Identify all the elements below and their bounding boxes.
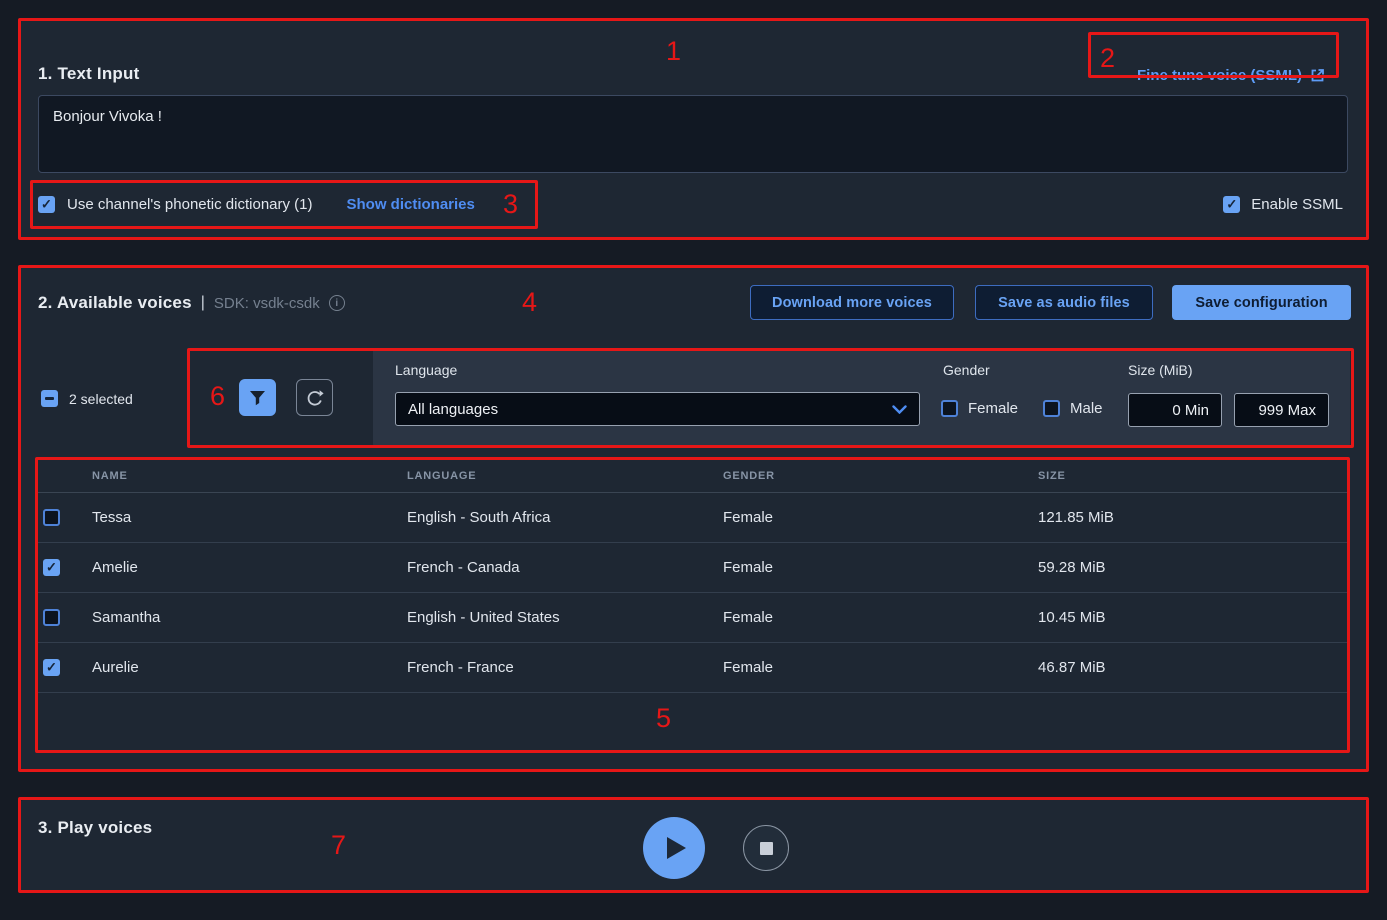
gender-female-option: Female bbox=[941, 400, 1018, 417]
external-link-icon bbox=[1310, 68, 1325, 83]
gender-filter-label: Gender bbox=[943, 362, 990, 378]
row-checkbox[interactable] bbox=[43, 509, 60, 526]
cell-language: French - France bbox=[407, 659, 723, 676]
voices-table-body: Tessa English - South Africa Female 121.… bbox=[35, 493, 1350, 693]
header-size: SIZE bbox=[1038, 470, 1350, 482]
cell-gender: Female bbox=[723, 509, 1038, 526]
size-max-input[interactable]: 999 Max bbox=[1234, 393, 1329, 427]
save-as-audio-files-button[interactable]: Save as audio files bbox=[975, 285, 1153, 320]
cell-name: Tessa bbox=[92, 509, 407, 526]
cell-name: Amelie bbox=[92, 559, 407, 576]
use-dictionary-label: Use channel's phonetic dictionary (1) bbox=[67, 196, 313, 213]
header-name: NAME bbox=[92, 470, 407, 482]
fine-tune-ssml-label: Fine tune voice (SSML) bbox=[1137, 67, 1302, 84]
filter-funnel-icon bbox=[249, 390, 266, 406]
cell-gender: Female bbox=[723, 609, 1038, 626]
language-select-value: All languages bbox=[408, 401, 498, 418]
enable-ssml-label: Enable SSML bbox=[1251, 196, 1343, 213]
fine-tune-ssml-link[interactable]: Fine tune voice (SSML) bbox=[1137, 67, 1325, 84]
gender-male-option: Male bbox=[1043, 400, 1103, 417]
cell-gender: Female bbox=[723, 659, 1038, 676]
stop-button[interactable] bbox=[743, 825, 789, 871]
info-icon[interactable]: i bbox=[329, 295, 345, 311]
cell-size: 46.87 MiB bbox=[1038, 659, 1350, 676]
text-input-section: 1. Text Input Fine tune voice (SSML) Bon… bbox=[20, 20, 1367, 240]
play-icon bbox=[667, 837, 686, 859]
cell-gender: Female bbox=[723, 559, 1038, 576]
select-all-checkbox[interactable] bbox=[41, 390, 58, 407]
male-checkbox[interactable] bbox=[1043, 400, 1060, 417]
show-dictionaries-link[interactable]: Show dictionaries bbox=[347, 196, 475, 213]
row-checkbox[interactable]: ✓ bbox=[43, 559, 60, 576]
available-voices-title: 2. Available voices bbox=[38, 293, 192, 313]
save-configuration-button[interactable]: Save configuration bbox=[1172, 285, 1351, 320]
play-voices-section: 3. Play voices bbox=[20, 800, 1367, 892]
header-gender: GENDER bbox=[723, 470, 1038, 482]
title-separator: | bbox=[201, 294, 205, 312]
cell-size: 10.45 MiB bbox=[1038, 609, 1350, 626]
language-filter-label: Language bbox=[395, 362, 457, 378]
language-select[interactable]: All languages bbox=[395, 392, 920, 426]
header-language: LANGUAGE bbox=[407, 470, 723, 482]
cell-size: 121.85 MiB bbox=[1038, 509, 1350, 526]
table-row[interactable]: ✓ Aurelie French - France Female 46.87 M… bbox=[35, 643, 1350, 693]
cell-language: English - South Africa bbox=[407, 509, 723, 526]
selection-summary: 2 selected bbox=[41, 390, 133, 407]
voices-table-header: NAME LANGUAGE GENDER SIZE bbox=[35, 460, 1350, 493]
filter-button[interactable] bbox=[239, 379, 276, 416]
filter-options-panel: Language All languages Gender Female Mal… bbox=[373, 348, 1350, 447]
sdk-label: SDK: vsdk-csdk bbox=[214, 295, 320, 312]
cell-language: English - United States bbox=[407, 609, 723, 626]
selected-count-label: 2 selected bbox=[69, 391, 133, 407]
text-input-title: 1. Text Input bbox=[38, 64, 139, 84]
female-label: Female bbox=[968, 400, 1018, 417]
cell-name: Samantha bbox=[92, 609, 407, 626]
available-voices-section: 2. Available voices | SDK: vsdk-csdk i D… bbox=[20, 267, 1367, 772]
use-dictionary-checkbox[interactable]: ✓ bbox=[38, 196, 55, 213]
refresh-icon bbox=[305, 388, 325, 408]
male-label: Male bbox=[1070, 400, 1103, 417]
cell-language: French - Canada bbox=[407, 559, 723, 576]
cell-name: Aurelie bbox=[92, 659, 407, 676]
size-filter-label: Size (MiB) bbox=[1128, 362, 1193, 378]
table-row[interactable]: ✓ Amelie French - Canada Female 59.28 Mi… bbox=[35, 543, 1350, 593]
voices-table: NAME LANGUAGE GENDER SIZE Tessa English … bbox=[35, 460, 1350, 693]
cell-size: 59.28 MiB bbox=[1038, 559, 1350, 576]
phonetic-dictionary-row: ✓ Use channel's phonetic dictionary (1) … bbox=[38, 196, 475, 213]
download-more-voices-button[interactable]: Download more voices bbox=[750, 285, 954, 320]
play-button[interactable] bbox=[643, 817, 705, 879]
available-voices-header: 2. Available voices | SDK: vsdk-csdk i bbox=[38, 293, 345, 313]
play-voices-title: 3. Play voices bbox=[38, 818, 152, 838]
row-checkbox[interactable]: ✓ bbox=[43, 659, 60, 676]
row-checkbox[interactable] bbox=[43, 609, 60, 626]
female-checkbox[interactable] bbox=[941, 400, 958, 417]
text-input-textarea[interactable]: Bonjour Vivoka ! bbox=[38, 95, 1348, 173]
enable-ssml-checkbox[interactable]: ✓ bbox=[1223, 196, 1240, 213]
table-row[interactable]: Samantha English - United States Female … bbox=[35, 593, 1350, 643]
refresh-button[interactable] bbox=[296, 379, 333, 416]
enable-ssml-row: ✓ Enable SSML bbox=[1223, 196, 1343, 213]
size-min-input[interactable]: 0 Min bbox=[1128, 393, 1222, 427]
chevron-down-icon bbox=[892, 405, 907, 414]
tts-configuration-page: 1. Text Input Fine tune voice (SSML) Bon… bbox=[0, 0, 1387, 920]
stop-icon bbox=[760, 842, 773, 855]
table-row[interactable]: Tessa English - South Africa Female 121.… bbox=[35, 493, 1350, 543]
